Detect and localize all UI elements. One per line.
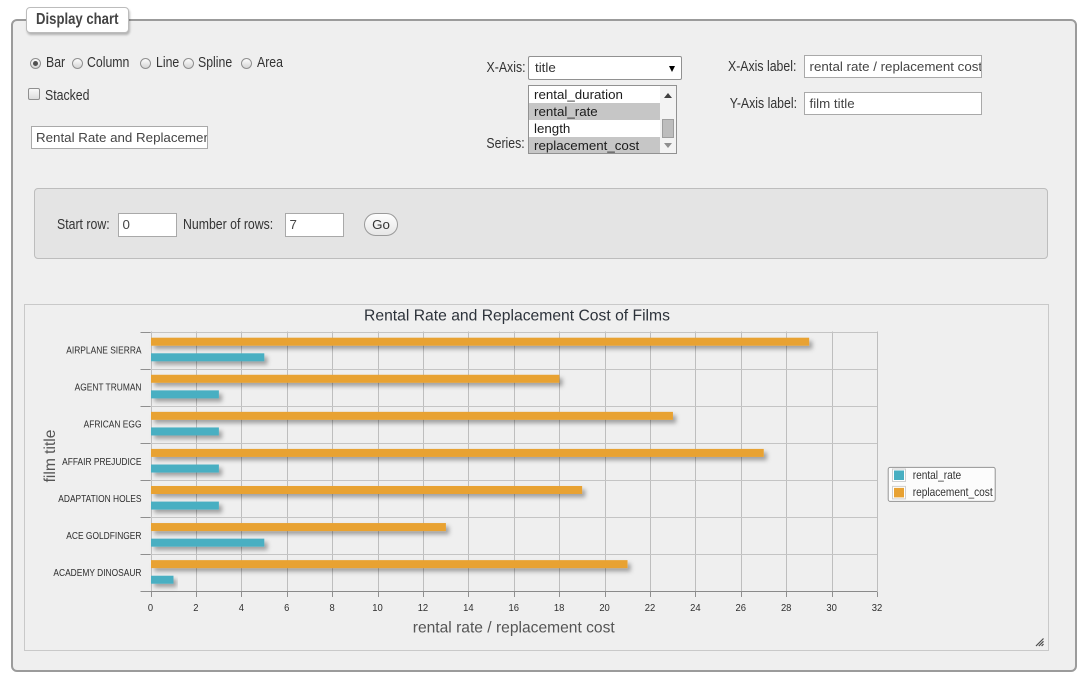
svg-text:0: 0: [148, 603, 154, 614]
svg-text:AFFAIR PREJUDICE: AFFAIR PREJUDICE: [62, 457, 142, 468]
svg-text:24: 24: [690, 603, 701, 614]
svg-text:replacement_cost: replacement_cost: [913, 485, 994, 499]
svg-text:32: 32: [872, 603, 883, 614]
svg-text:rental_rate: rental_rate: [913, 468, 962, 482]
svg-text:12: 12: [418, 603, 429, 614]
svg-text:16: 16: [509, 603, 520, 614]
svg-text:6: 6: [284, 603, 290, 614]
svg-text:26: 26: [736, 603, 747, 614]
svg-text:22: 22: [645, 603, 656, 614]
svg-text:2: 2: [193, 603, 199, 614]
svg-text:ACE GOLDFINGER: ACE GOLDFINGER: [66, 531, 141, 542]
svg-text:rental rate / replacement cost: rental rate / replacement cost: [413, 620, 616, 637]
svg-text:Rental Rate and Replacement Co: Rental Rate and Replacement Cost of Film…: [364, 307, 670, 324]
svg-text:30: 30: [826, 603, 837, 614]
svg-text:AIRPLANE SIERRA: AIRPLANE SIERRA: [66, 346, 141, 357]
svg-text:ADAPTATION HOLES: ADAPTATION HOLES: [58, 494, 141, 505]
svg-text:AFRICAN EGG: AFRICAN EGG: [84, 420, 142, 431]
svg-text:10: 10: [372, 603, 383, 614]
svg-text:ACADEMY DINOSAUR: ACADEMY DINOSAUR: [53, 568, 141, 579]
svg-text:20: 20: [599, 603, 610, 614]
svg-text:28: 28: [781, 603, 792, 614]
svg-text:film title: film title: [42, 430, 59, 483]
svg-text:14: 14: [463, 603, 474, 614]
svg-text:AGENT TRUMAN: AGENT TRUMAN: [75, 383, 142, 394]
svg-text:18: 18: [554, 603, 565, 614]
svg-text:8: 8: [330, 603, 336, 614]
svg-text:4: 4: [239, 603, 245, 614]
